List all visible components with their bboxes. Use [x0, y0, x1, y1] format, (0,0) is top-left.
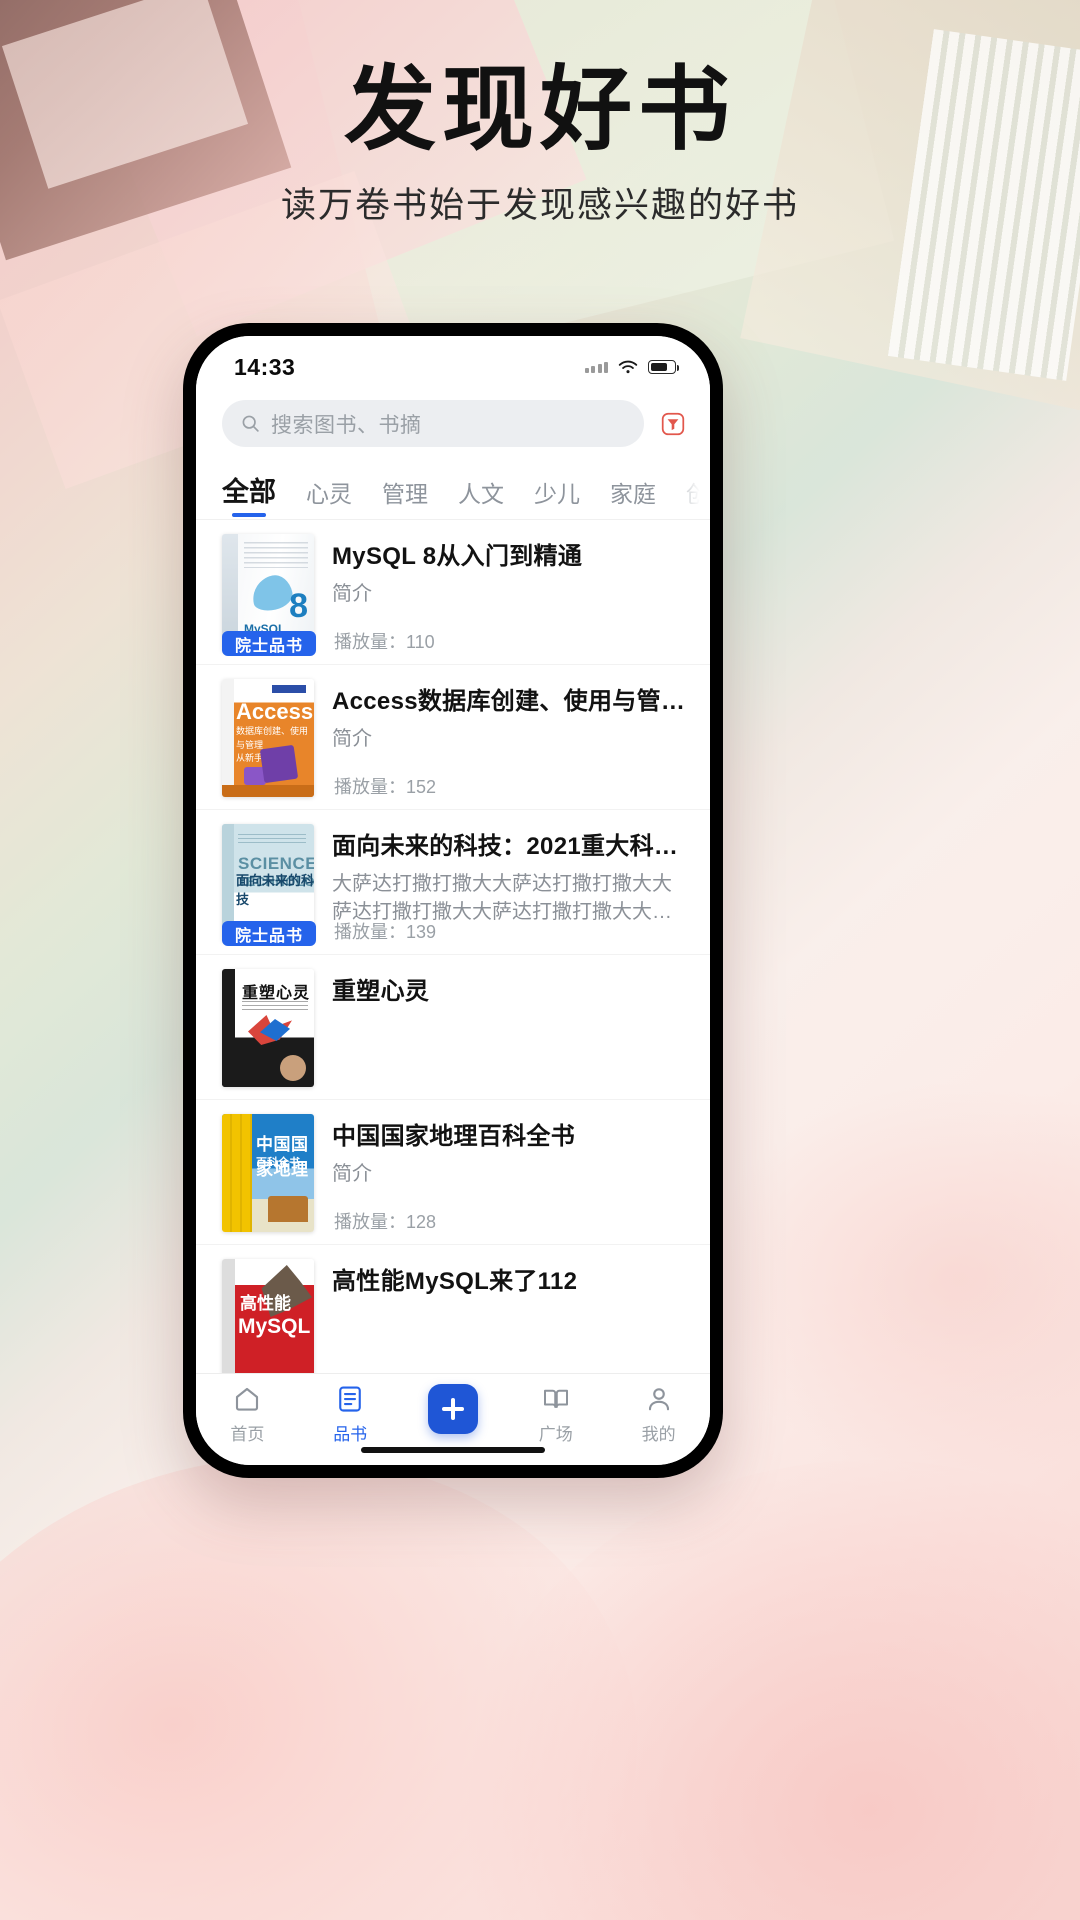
- nav-item-pinshu[interactable]: 品书: [299, 1384, 402, 1445]
- list-item[interactable]: 中国国家地理 百科全书 中国国家地理百科全书 简介 播放量：128: [196, 1100, 710, 1245]
- list-item[interactable]: Access数据库创建、使用与管理从新手到高手 Access数据库创建、使用与管…: [196, 665, 710, 810]
- book-title: 高性能MySQL来了112: [332, 1268, 578, 1295]
- plays-label: 播放量：: [334, 777, 406, 797]
- plays-value: 139: [406, 922, 437, 942]
- book-cover-wrap: 高性能 MySQL: [222, 1259, 314, 1373]
- book-title: 重塑心灵: [332, 978, 430, 1005]
- nav-label-mine: 我的: [641, 1425, 676, 1444]
- book-cover-wrap: 中国国家地理 百科全书: [222, 1114, 314, 1232]
- list-item[interactable]: SCIENCETECHNOLOGY 面向未来的科技 院士品书 面向未来的科技：2…: [196, 810, 710, 955]
- list-item[interactable]: 重塑心灵 重塑心灵: [196, 955, 710, 1100]
- list-item[interactable]: 8 MySQL 院士品书 MySQL 8从入门到精通 简介 播放量：110: [196, 520, 710, 665]
- book-list-icon: [339, 1386, 362, 1412]
- book-title: 面向未来的科技：2021重大科学问题…: [332, 833, 690, 860]
- nav-item-guangchang[interactable]: 广场: [504, 1384, 607, 1445]
- book-cover: 中国国家地理 百科全书: [222, 1114, 314, 1232]
- search-icon: [242, 415, 259, 432]
- tab-all[interactable]: 全部: [222, 470, 276, 519]
- home-indicator: [361, 1447, 545, 1453]
- plays-value: 110: [406, 632, 435, 652]
- status-badge: 院士品书: [222, 631, 316, 656]
- book-plays: 播放量：139: [334, 918, 436, 944]
- status-badge: 院士品书: [222, 921, 316, 946]
- status-icons: [584, 359, 680, 376]
- book-desc: 简介: [332, 1163, 372, 1185]
- status-bar: 14:33: [196, 336, 710, 390]
- book-list[interactable]: 8 MySQL 院士品书 MySQL 8从入门到精通 简介 播放量：110 Ac…: [196, 519, 710, 1373]
- search-input[interactable]: 搜索图书、书摘: [222, 400, 644, 447]
- tab-chuangye[interactable]: 创业: [686, 475, 710, 519]
- book-cover: 高性能 MySQL: [222, 1259, 314, 1373]
- open-book-icon: [543, 1389, 568, 1408]
- book-plays: 播放量：128: [334, 1208, 436, 1234]
- book-desc: 简介: [332, 583, 372, 605]
- list-item[interactable]: 高性能 MySQL 高性能MySQL来了112: [196, 1245, 710, 1373]
- plays-value: 128: [406, 1212, 437, 1232]
- tab-jiating[interactable]: 家庭: [610, 475, 656, 519]
- add-button[interactable]: [427, 1384, 478, 1434]
- nav-label-guangchang: 广场: [538, 1425, 573, 1444]
- book-info: 重塑心灵: [332, 969, 690, 1087]
- search-row: 搜索图书、书摘: [196, 390, 710, 459]
- tab-guanli[interactable]: 管理: [382, 475, 428, 519]
- battery-icon: [648, 360, 680, 374]
- person-icon: [648, 1388, 669, 1411]
- nav-label-home: 首页: [230, 1425, 265, 1444]
- plays-value: 152: [406, 777, 437, 797]
- plays-label: 播放量：: [334, 922, 406, 942]
- book-cover-wrap: SCIENCETECHNOLOGY 面向未来的科技 院士品书: [222, 824, 316, 946]
- phone-mockup: 14:33 搜索图书、书摘 全部 心灵 管理 人文 少儿 家庭 创 8 MySQ…: [183, 323, 723, 1478]
- category-tabs[interactable]: 全部 心灵 管理 人文 少儿 家庭 创业: [196, 459, 710, 519]
- phone-screen: 14:33 搜索图书、书摘 全部 心灵 管理 人文 少儿 家庭 创 8 MySQ…: [196, 336, 710, 1465]
- book-cover-wrap: 8 MySQL 院士品书: [222, 534, 316, 656]
- book-cover-wrap: 重塑心灵: [222, 969, 314, 1087]
- poster-subtitle: 读万卷书始于发现感兴趣的好书: [280, 185, 799, 225]
- book-cover-wrap: Access数据库创建、使用与管理从新手到高手: [222, 679, 314, 797]
- search-placeholder: 搜索图书、书摘: [271, 413, 422, 437]
- book-cover: 重塑心灵: [222, 969, 314, 1087]
- tab-xinling[interactable]: 心灵: [306, 475, 352, 519]
- nav-item-mine[interactable]: 我的: [607, 1384, 710, 1445]
- nav-item-add[interactable]: [402, 1384, 505, 1434]
- poster-title: 发现好书: [343, 59, 736, 161]
- book-title: MySQL 8从入门到精通: [332, 543, 583, 570]
- book-cover: Access数据库创建、使用与管理从新手到高手: [222, 679, 314, 797]
- poster-header: 发现好书 读万卷书始于发现感兴趣的好书: [0, 62, 1080, 228]
- status-time: 14:33: [234, 353, 296, 380]
- book-plays: 播放量：152: [334, 773, 436, 799]
- filter-button[interactable]: [658, 409, 688, 439]
- book-desc: 简介: [332, 728, 372, 750]
- plays-label: 播放量：: [334, 1212, 406, 1232]
- signal-bars-icon: [584, 361, 608, 373]
- book-plays: 播放量：110: [334, 628, 435, 654]
- tab-renwen[interactable]: 人文: [458, 475, 504, 519]
- book-title: 中国国家地理百科全书: [332, 1123, 575, 1150]
- wifi-icon: [618, 360, 638, 373]
- tab-shaoer[interactable]: 少儿: [534, 475, 580, 519]
- nav-label-pinshu: 品书: [333, 1425, 368, 1444]
- filter-funnel-icon: [661, 412, 685, 435]
- home-icon: [236, 1387, 259, 1411]
- book-title: Access数据库创建、使用与管理从新…: [332, 688, 690, 715]
- book-info: 高性能MySQL来了112: [332, 1259, 690, 1373]
- plays-label: 播放量：: [334, 632, 406, 652]
- nav-item-home[interactable]: 首页: [196, 1384, 299, 1445]
